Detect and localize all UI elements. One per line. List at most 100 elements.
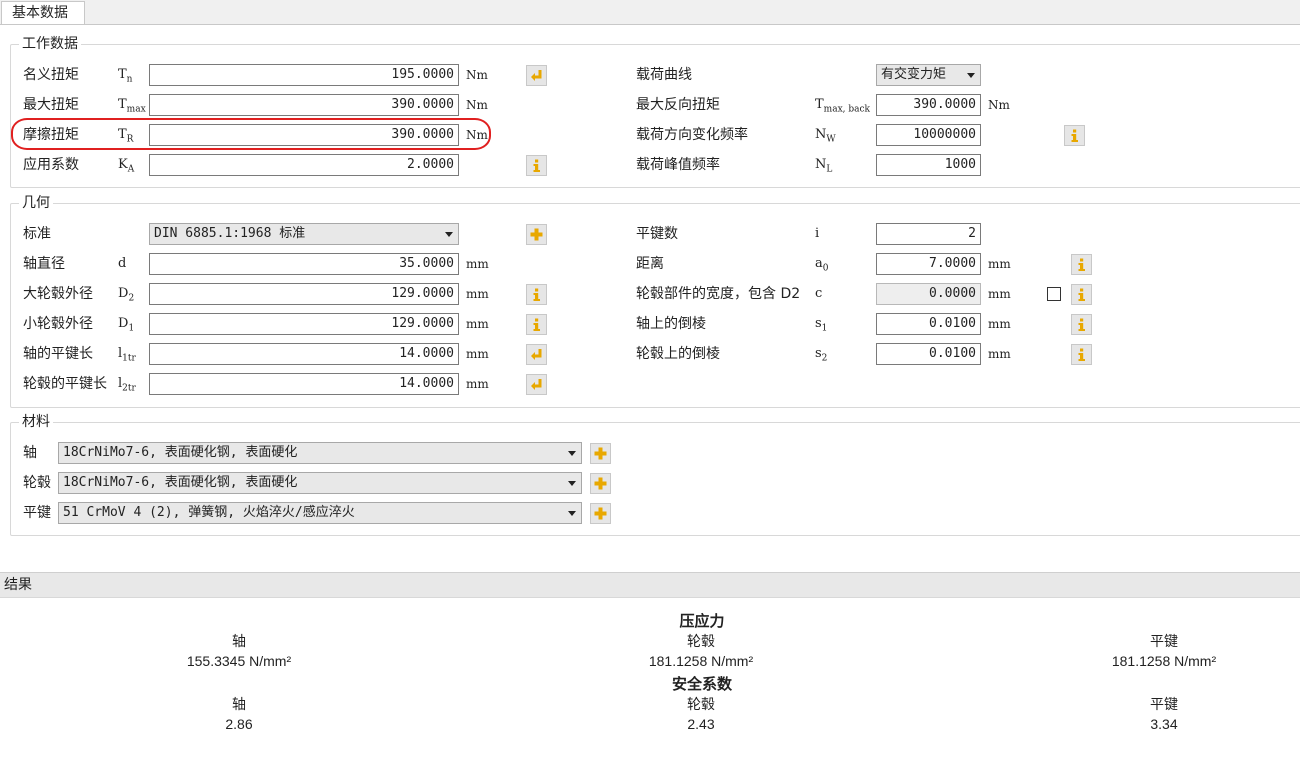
info-icon — [533, 318, 540, 331]
small-hub-diameter-symbol: D1 — [118, 316, 135, 334]
safety-hub-label: 轮毂 — [687, 696, 715, 712]
load-direction-frequency-label: 载荷方向变化频率 — [636, 127, 748, 143]
hub-width-symbol: c — [815, 286, 823, 301]
pressure-hub-label: 轮毂 — [687, 633, 715, 649]
info-icon — [1078, 348, 1085, 361]
safety-hub-value: 2.43 — [687, 716, 715, 732]
tab-bar — [0, 0, 1300, 25]
load-peak-frequency-symbol: NL — [815, 157, 833, 175]
shaft-diameter-symbol: d — [118, 256, 127, 271]
max-torque-input[interactable]: 390.0000 — [149, 94, 459, 116]
safety-key-value: 3.34 — [1150, 716, 1178, 732]
info-icon — [1071, 129, 1078, 142]
pressure-key-value: 181.1258 N/mm² — [1111, 653, 1217, 669]
work-data-title: 工作数据 — [19, 36, 81, 52]
pressure-shaft-label: 轴 — [232, 633, 246, 649]
results-header-bar — [0, 572, 1300, 598]
distance-info-button[interactable] — [1071, 254, 1092, 275]
hub-key-length-return-button[interactable] — [526, 374, 547, 395]
large-hub-diameter-input[interactable]: 129.0000 — [149, 283, 459, 305]
hub-key-length-input[interactable]: 14.0000 — [149, 373, 459, 395]
nominal-torque-symbol: Tn — [118, 67, 133, 85]
info-icon — [533, 159, 540, 172]
return-arrow-icon — [531, 379, 542, 390]
small-hub-diameter-info-button[interactable] — [526, 314, 547, 335]
shaft-chamfer-input[interactable]: 0.0100 — [876, 313, 981, 335]
hub-chamfer-info-button[interactable] — [1071, 344, 1092, 365]
application-factor-input[interactable]: 2.0000 — [149, 154, 459, 176]
shaft-chamfer-info-button[interactable] — [1071, 314, 1092, 335]
hub-width-info-button[interactable] — [1071, 284, 1092, 305]
key-material-add-button[interactable] — [590, 503, 611, 524]
pressure-shaft-value: 155.3345 N/mm² — [186, 653, 292, 669]
chevron-down-icon — [445, 232, 453, 237]
load-direction-frequency-info-button[interactable] — [1064, 125, 1085, 146]
info-icon — [1078, 258, 1085, 271]
load-peak-frequency-input[interactable]: 1000 — [876, 154, 981, 176]
hub-width-input[interactable]: 0.0000 — [876, 283, 981, 305]
info-icon — [533, 288, 540, 301]
standard-select[interactable]: DIN 6885.1:1968 标准 — [149, 223, 459, 245]
safety-heading: 安全系数 — [671, 676, 732, 693]
max-torque-symbol: Tmax — [118, 97, 146, 115]
safety-key-label: 平键 — [1150, 696, 1178, 712]
hub-key-length-label: 轮毂的平键长 — [23, 376, 107, 392]
shaft-chamfer-label: 轴上的倒棱 — [636, 316, 706, 332]
hub-width-checkbox[interactable] — [1047, 287, 1061, 301]
safety-shaft-label: 轴 — [232, 696, 246, 712]
pressure-key-label: 平键 — [1150, 633, 1178, 649]
distance-label: 距离 — [636, 256, 664, 272]
shaft-diameter-label: 轴直径 — [23, 256, 65, 272]
highlight-annotation — [11, 118, 491, 150]
max-reverse-torque-symbol: Tmax, back — [815, 97, 870, 115]
nominal-torque-return-button[interactable] — [526, 65, 547, 86]
hub-chamfer-input[interactable]: 0.0100 — [876, 343, 981, 365]
load-peak-frequency-label: 载荷峰值频率 — [636, 157, 720, 173]
return-arrow-icon — [531, 70, 542, 81]
info-icon — [1078, 318, 1085, 331]
small-hub-diameter-input[interactable]: 129.0000 — [149, 313, 459, 335]
hub-width-unit: mm — [988, 287, 1011, 301]
hub-material-select[interactable]: 18CrNiMo7-6, 表面硬化钢, 表面硬化 — [58, 472, 582, 494]
shaft-key-length-unit: mm — [466, 347, 489, 361]
shaft-material-add-button[interactable] — [590, 443, 611, 464]
shaft-material-label: 轴 — [23, 445, 37, 461]
nominal-torque-unit: Nm — [466, 68, 488, 82]
load-direction-frequency-input[interactable]: 10000000 — [876, 124, 981, 146]
chevron-down-icon — [967, 73, 975, 78]
small-hub-diameter-label: 小轮毂外径 — [23, 316, 93, 332]
results-title: 结果 — [4, 577, 32, 593]
plus-icon — [594, 477, 607, 490]
tab-basic-data[interactable]: 基本数据 — [1, 1, 85, 24]
nominal-torque-input[interactable]: 195.0000 — [149, 64, 459, 86]
large-hub-diameter-label: 大轮毂外径 — [23, 286, 93, 302]
large-hub-diameter-unit: mm — [466, 287, 489, 301]
application-factor-symbol: KA — [118, 157, 135, 175]
hub-material-add-button[interactable] — [590, 473, 611, 494]
pressure-heading: 压应力 — [679, 613, 725, 630]
distance-input[interactable]: 7.0000 — [876, 253, 981, 275]
shaft-diameter-input[interactable]: 35.0000 — [149, 253, 459, 275]
application-factor-info-button[interactable] — [526, 155, 547, 176]
distance-symbol: a0 — [815, 256, 829, 274]
key-count-input[interactable]: 2 — [876, 223, 981, 245]
geometry-title: 几何 — [19, 195, 53, 211]
hub-key-length-symbol: l2tr — [118, 376, 136, 394]
shaft-material-select[interactable]: 18CrNiMo7-6, 表面硬化钢, 表面硬化 — [58, 442, 582, 464]
max-reverse-torque-input[interactable]: 390.0000 — [876, 94, 981, 116]
shaft-diameter-unit: mm — [466, 257, 489, 271]
large-hub-diameter-info-button[interactable] — [526, 284, 547, 305]
standard-add-button[interactable] — [526, 224, 547, 245]
shaft-key-length-return-button[interactable] — [526, 344, 547, 365]
standard-label: 标准 — [23, 226, 51, 242]
info-icon — [1078, 288, 1085, 301]
chevron-down-icon — [568, 451, 576, 456]
load-curve-select[interactable]: 有交变力矩 — [876, 64, 981, 86]
key-material-select[interactable]: 51 CrMoV 4 (2), 弹簧钢, 火焰淬火/感应淬火 — [58, 502, 582, 524]
hub-key-length-unit: mm — [466, 377, 489, 391]
plus-icon — [594, 507, 607, 520]
nominal-torque-label: 名义扭矩 — [23, 67, 79, 83]
key-count-symbol: i — [815, 226, 820, 241]
material-title: 材料 — [19, 414, 53, 430]
shaft-key-length-input[interactable]: 14.0000 — [149, 343, 459, 365]
